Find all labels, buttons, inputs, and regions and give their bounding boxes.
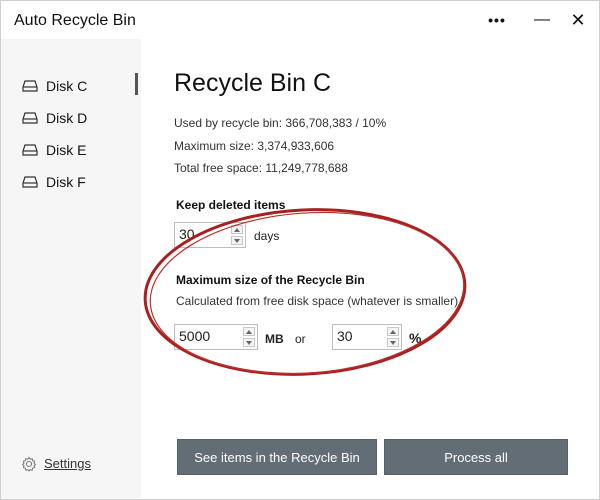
settings-link[interactable]: Settings	[21, 454, 121, 474]
decrement-button[interactable]	[243, 338, 255, 347]
settings-label: Settings	[44, 456, 91, 471]
sidebar-item-label: Disk D	[46, 110, 88, 126]
increment-button[interactable]	[387, 327, 399, 336]
page-title: Recycle Bin C	[174, 69, 331, 97]
sidebar-item-disk-e[interactable]: Disk E	[1, 136, 141, 164]
stepper-arrows	[231, 225, 243, 245]
sidebar-item-disk-c[interactable]: Disk C	[1, 72, 141, 100]
window-title: Auto Recycle Bin	[14, 12, 136, 29]
stepper-arrows	[387, 327, 399, 347]
max-size-title: Maximum size of the Recycle Bin	[176, 273, 365, 287]
process-all-button[interactable]: Process all	[384, 439, 568, 475]
active-indicator	[135, 73, 138, 95]
stepper-arrows	[243, 327, 255, 347]
drive-icon	[22, 112, 38, 124]
mb-unit: MB	[265, 332, 284, 346]
see-items-button[interactable]: See items in the Recycle Bin	[177, 439, 377, 475]
maximum-size-text: Maximum size: 3,374,933,606	[174, 139, 335, 153]
decrement-button[interactable]	[231, 236, 243, 245]
app-window: Auto Recycle Bin ••• — ✕ Disk C Disk D D…	[0, 0, 600, 500]
drive-icon	[22, 80, 38, 92]
drive-icon	[22, 176, 38, 188]
used-by-bin-text: Used by recycle bin: 366,708,383 / 10%	[174, 116, 387, 130]
close-button[interactable]: ✕	[564, 9, 592, 31]
max-size-subtitle: Calculated from free disk space (whateve…	[176, 294, 459, 308]
keep-days-input[interactable]	[177, 225, 231, 243]
increment-button[interactable]	[231, 225, 243, 234]
sidebar-item-disk-d[interactable]: Disk D	[1, 104, 141, 132]
max-percent-input[interactable]	[335, 327, 387, 345]
sidebar-item-disk-f[interactable]: Disk F	[1, 168, 141, 196]
sidebar: Disk C Disk D Disk E Disk F Settings	[1, 39, 141, 499]
sidebar-item-label: Disk E	[46, 142, 87, 158]
percent-unit: %	[409, 330, 422, 346]
keep-days-stepper	[174, 222, 246, 248]
gear-icon	[21, 456, 37, 472]
total-free-space-text: Total free space: 11,249,778,688	[174, 161, 348, 175]
title-bar: Auto Recycle Bin ••• — ✕	[1, 1, 599, 39]
or-label: or	[295, 332, 306, 346]
drive-icon	[22, 144, 38, 156]
sidebar-item-label: Disk C	[46, 78, 88, 94]
main-panel: Recycle Bin C Used by recycle bin: 366,7…	[141, 39, 599, 499]
days-unit: days	[254, 229, 280, 243]
increment-button[interactable]	[243, 327, 255, 336]
max-mb-stepper	[174, 324, 258, 350]
max-mb-input[interactable]	[177, 327, 243, 345]
minimize-button[interactable]: —	[528, 9, 556, 31]
sidebar-item-label: Disk F	[46, 174, 86, 190]
max-percent-stepper	[332, 324, 402, 350]
decrement-button[interactable]	[387, 338, 399, 347]
more-options-button[interactable]: •••	[483, 9, 511, 31]
keep-deleted-title: Keep deleted items	[176, 198, 286, 212]
